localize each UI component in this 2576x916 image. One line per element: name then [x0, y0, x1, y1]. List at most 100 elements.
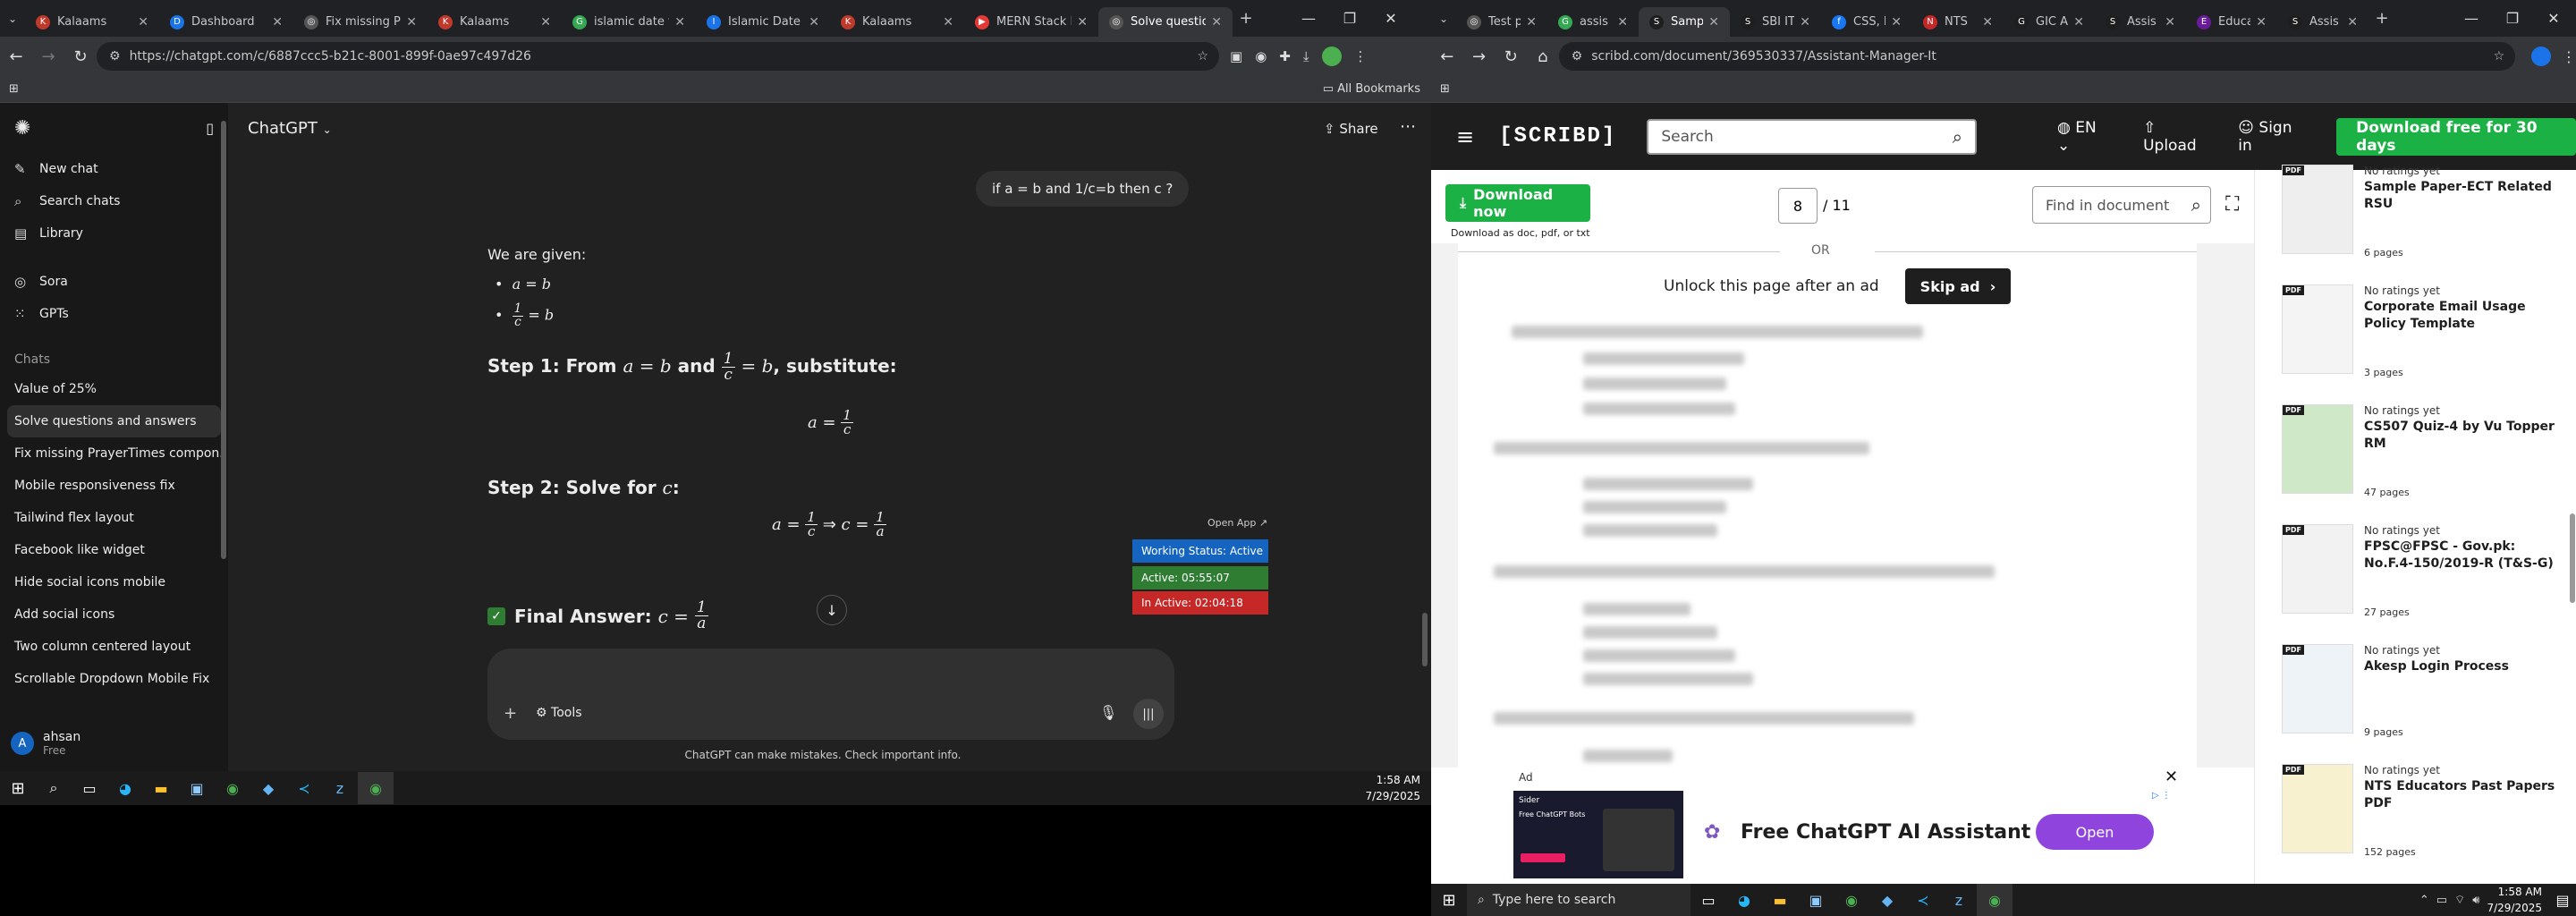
- document-thumbnail[interactable]: PDF: [2282, 165, 2353, 254]
- document-title[interactable]: NTS Educators Past Papers PDF: [2364, 778, 2556, 812]
- add-attachment-plus-icon[interactable]: +: [504, 704, 517, 723]
- browser-tab[interactable]: S Samp ✕: [1639, 7, 1730, 37]
- system-clock[interactable]: 1:58 AM 7/29/2025: [2487, 884, 2542, 916]
- edge-icon[interactable]: ◕: [107, 772, 143, 804]
- new-tab-plus-icon[interactable]: +: [1233, 9, 1259, 28]
- toggle-sidebar-icon[interactable]: ▯: [206, 120, 214, 137]
- forward-arrow-icon[interactable]: →: [32, 47, 64, 66]
- search-icon[interactable]: ⌕: [1953, 126, 1962, 148]
- windows-start-icon[interactable]: ⊞: [0, 772, 36, 804]
- ad-title[interactable]: Free ChatGPT AI Assistant: [1741, 821, 2030, 844]
- fullscreen-icon[interactable]: ⛶: [2225, 193, 2239, 216]
- app-icon[interactable]: ◆: [250, 772, 286, 804]
- browser-tab[interactable]: K Kalaams ✕: [428, 7, 562, 37]
- file-explorer-icon[interactable]: ▬: [1762, 884, 1798, 916]
- hamburger-menu-icon[interactable]: ≡: [1456, 124, 1474, 149]
- minimize-icon[interactable]: —: [1288, 10, 1329, 27]
- store-icon[interactable]: ▣: [179, 772, 215, 804]
- microphone-icon[interactable]: 🎙︎: [1099, 704, 1117, 721]
- zoom-icon[interactable]: z: [1941, 884, 1977, 916]
- browser-tab[interactable]: ◎ Solve question ✕: [1098, 7, 1233, 37]
- chat-history-item[interactable]: Solve questions and answers: [7, 405, 221, 437]
- ad-open-button[interactable]: Open: [2036, 814, 2154, 850]
- scribd-logo[interactable]: [SCRIBD]: [1499, 124, 1616, 148]
- document-title[interactable]: Akesp Login Process: [2364, 658, 2556, 675]
- tab-close-icon[interactable]: ✕: [1617, 15, 1628, 30]
- vscode-icon[interactable]: ≺: [1905, 884, 1941, 916]
- find-in-document-input[interactable]: Find in document ⌕: [2032, 186, 2211, 224]
- upload-button[interactable]: ⇧ Upload: [2143, 119, 2206, 155]
- chrome-icon[interactable]: ◉: [1834, 884, 1869, 916]
- document-title[interactable]: Corporate Email Usage Policy Template: [2364, 299, 2556, 333]
- chrome-icon[interactable]: ◉: [1977, 884, 2012, 916]
- browser-tab[interactable]: G GIC A ✕: [2004, 7, 2095, 37]
- language-selector[interactable]: ◍ EN ⌄: [2057, 119, 2107, 155]
- document-thumbnail[interactable]: PDF: [2282, 524, 2353, 614]
- related-document-card[interactable]: PDF No ratings yet NTS Educators Past Pape…: [2282, 764, 2559, 880]
- browser-tab[interactable]: ◎ Test p ✕: [1456, 7, 1547, 37]
- tools-button[interactable]: ⚙ Tools: [536, 706, 582, 720]
- search-box[interactable]: Search ⌕: [1647, 118, 1977, 155]
- browser-tab[interactable]: f CSS, I ✕: [1821, 7, 1912, 37]
- browser-tab[interactable]: I Islamic Date To ✕: [696, 7, 830, 37]
- related-document-card[interactable]: PDF No ratings yet Akesp Login Process 9 pa…: [2282, 644, 2559, 760]
- download-now-button[interactable]: ⤓ Download now: [1445, 184, 1590, 222]
- tab-search-icon[interactable]: ⌄: [0, 13, 25, 25]
- ad-choices-icon[interactable]: ▷ ⋮: [2152, 791, 2171, 801]
- chat-history-item[interactable]: Facebook like widget: [0, 534, 228, 566]
- url-field[interactable]: ⚙ scribd.com/document/369530337/Assistan…: [1558, 42, 2516, 71]
- gpts-button[interactable]: ⁙ GPTs: [0, 298, 228, 330]
- voice-mode-icon[interactable]: |||: [1133, 699, 1164, 729]
- taskbar-search-box[interactable]: ⌕ Type here to search: [1467, 884, 1690, 916]
- document-title[interactable]: FPSC@FPSC - Gov.pk: No.F.4-150/2019-R (T…: [2364, 539, 2556, 572]
- chat-history-item[interactable]: Hide social icons mobile: [0, 566, 228, 598]
- tab-close-icon[interactable]: ✕: [1211, 15, 1222, 30]
- chat-history-item[interactable]: Two column centered layout: [0, 631, 228, 663]
- scroll-down-arrow-icon[interactable]: ↓: [817, 595, 847, 625]
- ad-thumbnail[interactable]: Sider Free ChatGPT Bots: [1513, 791, 1683, 878]
- chrome-icon[interactable]: ◉: [358, 772, 394, 804]
- user-profile[interactable]: A ahsan Free: [0, 717, 228, 770]
- chat-history-item[interactable]: Fix missing PrayerTimes compon...: [0, 437, 228, 470]
- tab-close-icon[interactable]: ✕: [2347, 15, 2358, 30]
- extension-icon[interactable]: ◉: [1255, 48, 1267, 64]
- close-ad-icon[interactable]: ✕: [2165, 768, 2178, 786]
- maximize-icon[interactable]: ❐: [1329, 10, 1370, 27]
- reload-icon[interactable]: ↻: [1495, 47, 1527, 66]
- tab-close-icon[interactable]: ✕: [272, 15, 283, 30]
- page-scrollbar[interactable]: [2570, 513, 2575, 603]
- browser-tab[interactable]: N NTS ✕: [1912, 7, 2004, 37]
- edge-icon[interactable]: ◕: [1726, 884, 1762, 916]
- volume-icon[interactable]: 🔊︎: [2472, 894, 2479, 907]
- apps-grid-icon[interactable]: ⊞: [9, 82, 19, 96]
- app-icon[interactable]: ◆: [1869, 884, 1905, 916]
- close-window-icon[interactable]: ✕: [2533, 10, 2574, 27]
- browser-tab[interactable]: Gislamic date fo ✕: [562, 7, 696, 37]
- sora-button[interactable]: ◎ Sora: [0, 266, 228, 298]
- tab-close-icon[interactable]: ✕: [138, 15, 148, 30]
- bookmark-star-icon[interactable]: ☆: [1197, 49, 1208, 64]
- related-document-card[interactable]: PDF No ratings yet CS507 Quiz-4 by Vu Topp…: [2282, 404, 2559, 521]
- tab-close-icon[interactable]: ✕: [2165, 15, 2175, 30]
- task-view-icon[interactable]: ▭: [72, 772, 107, 804]
- site-info-icon[interactable]: ⚙: [1572, 49, 1583, 64]
- browser-tab[interactable]: S Assis ✕: [2095, 7, 2186, 37]
- browser-tab[interactable]: ▶ MERN Stack Fu ✕: [964, 7, 1098, 37]
- download-free-cta-button[interactable]: Download free for 30 days: [2336, 117, 2576, 156]
- model-selector[interactable]: ChatGPT ⌄: [248, 119, 332, 138]
- related-document-card[interactable]: PDF No ratings yet FPSC@FPSC - Gov.pk: No.…: [2282, 524, 2559, 640]
- chat-history-item[interactable]: Add social icons: [0, 598, 228, 631]
- new-tab-plus-icon[interactable]: +: [2368, 9, 2395, 28]
- reload-icon[interactable]: ↻: [64, 47, 97, 66]
- browser-tab[interactable]: S Assis ✕: [2277, 7, 2368, 37]
- minimize-icon[interactable]: —: [2451, 10, 2492, 27]
- browser-tab[interactable]: S SBI IT ✕: [1730, 7, 1821, 37]
- extension-puzzle-icon[interactable]: ✚: [1279, 48, 1291, 64]
- notifications-icon[interactable]: ▤: [2549, 884, 2576, 916]
- document-thumbnail[interactable]: PDF: [2282, 764, 2353, 853]
- tab-close-icon[interactable]: ✕: [1800, 15, 1810, 30]
- tab-close-icon[interactable]: ✕: [406, 15, 417, 30]
- browser-tab[interactable]: K Kalaams ✕: [25, 7, 159, 37]
- tab-search-icon[interactable]: ⌄: [1431, 13, 1456, 25]
- search-icon[interactable]: ⌕: [2191, 194, 2201, 216]
